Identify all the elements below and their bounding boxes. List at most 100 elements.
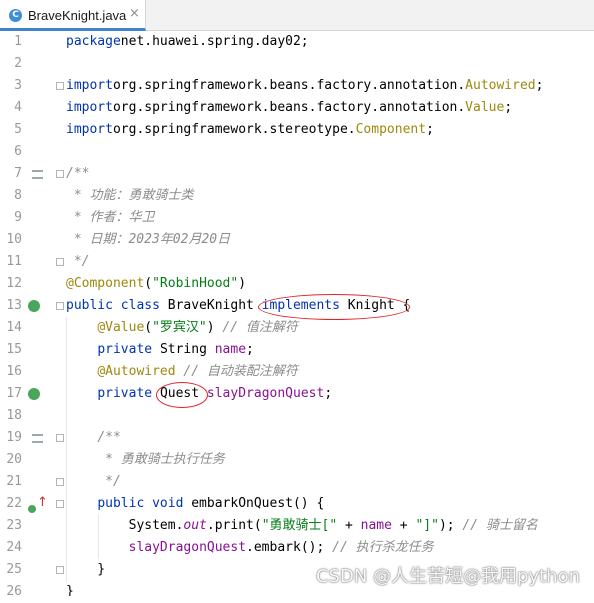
code-token: ; (535, 78, 544, 93)
line-number: 2 (14, 56, 22, 71)
code-line[interactable]: * 勇敢骑士执行任务 (66, 449, 225, 471)
code-line[interactable]: * 作者：华卫 (66, 207, 155, 229)
code-token: "]" (415, 518, 439, 533)
fold-marker-icon[interactable] (56, 566, 64, 574)
code-line[interactable]: } (66, 559, 105, 581)
override-arrow-icon[interactable] (28, 498, 36, 513)
code-token: /** (66, 166, 90, 181)
code-token: ) (238, 276, 247, 291)
line-number: 17 (6, 386, 22, 401)
code-token: */ (66, 254, 90, 269)
code-token: Value (465, 100, 505, 115)
code-line[interactable]: } (66, 581, 74, 596)
code-token: // 执行杀龙任务 (332, 540, 434, 555)
line-number: 5 (14, 122, 22, 137)
code-line[interactable]: /** (66, 427, 120, 449)
code-editor[interactable]: packagenet.huawei.spring.day02; importorg… (62, 31, 594, 596)
fold-marker-icon[interactable] (56, 500, 64, 508)
code-line[interactable]: * 日期：2023年02月20日 (66, 229, 230, 251)
code-token: "罗宾汉" (152, 320, 207, 335)
fold-marker-icon[interactable] (56, 434, 64, 442)
code-token: package (66, 34, 121, 49)
code-token: + (391, 518, 416, 533)
code-token: org.springframework.stereotype. (112, 122, 356, 137)
code-line[interactable]: @Value("罗宾汉") // 值注解符 (66, 317, 298, 339)
code-line[interactable]: public void embarkOnQuest() { (66, 493, 324, 515)
code-token: ; (426, 122, 434, 137)
code-token: import (66, 78, 113, 93)
indent-guide (66, 317, 67, 581)
code-token: public void (97, 496, 192, 511)
spring-bean-icon[interactable] (28, 388, 40, 400)
line-number: 14 (6, 320, 22, 335)
code-line[interactable]: importorg.springframework.stereotype.Com… (66, 119, 434, 141)
code-line[interactable]: */ (66, 251, 90, 273)
close-icon[interactable]: × (129, 6, 140, 21)
line-number: 21 (6, 474, 22, 489)
line-number: 11 (6, 254, 22, 269)
code-line[interactable]: @Autowired // 自动装配注解符 (66, 361, 298, 383)
line-number: 20 (6, 452, 22, 467)
code-token: @Component (66, 276, 145, 291)
code-line[interactable]: @Component("RobinHood") (66, 273, 246, 295)
code-token: implements (261, 298, 348, 313)
code-token: name (360, 518, 392, 533)
code-line[interactable]: private Quest slayDragonQuest; (66, 383, 332, 405)
code-token: } (66, 562, 106, 577)
watermark: CSDN @人生苦短@我用python (315, 566, 580, 587)
doc-comment-icon[interactable] (32, 170, 43, 179)
line-number: 10 (6, 232, 22, 247)
code-token: Quest (159, 386, 207, 401)
fold-marker-icon[interactable] (56, 170, 64, 178)
line-number: 9 (14, 210, 22, 225)
code-token: ; (324, 386, 333, 401)
code-line[interactable]: private String name; (66, 339, 254, 361)
code-line[interactable]: System.out.print("勇敢骑士[" + name + "]"); … (66, 515, 538, 537)
editor-tab-bar: C BraveKnight.java × (0, 0, 594, 31)
line-number: 24 (6, 540, 22, 555)
code-token: Knight { (347, 298, 411, 313)
code-token: ; (246, 342, 254, 357)
code-token: String (159, 342, 215, 357)
code-line[interactable]: packagenet.huawei.spring.day02; (66, 31, 309, 53)
code-line[interactable]: * 功能：勇敢骑士类 (66, 185, 194, 207)
code-token: out (183, 518, 207, 533)
code-token: net.huawei.spring.day02; (120, 34, 309, 49)
line-number: 26 (6, 584, 22, 599)
doc-comment-icon[interactable] (32, 434, 43, 443)
code-token: Autowired (465, 78, 536, 93)
code-token: ); (438, 518, 463, 533)
fold-marker-icon[interactable] (56, 478, 64, 486)
code-token: name (214, 342, 247, 357)
tab-title: BraveKnight.java (28, 8, 127, 23)
code-line[interactable]: importorg.springframework.beans.factory.… (66, 97, 512, 119)
code-line[interactable]: */ (66, 471, 121, 493)
line-number: 7 (14, 166, 22, 181)
code-token: org.springframework.beans.factory.annota… (112, 78, 466, 93)
implements-arrow-icon[interactable]: ↑ (37, 495, 48, 510)
line-number: 19 (6, 430, 22, 445)
code-line[interactable]: slayDragonQuest.embark(); // 执行杀龙任务 (66, 537, 434, 559)
tab-braveknight-java[interactable]: C BraveKnight.java × (0, 0, 146, 31)
code-token: */ (66, 474, 121, 489)
code-token: "RobinHood" (152, 276, 239, 291)
code-token: // 值注解符 (222, 320, 298, 335)
code-token: } (66, 584, 74, 596)
code-line[interactable]: /** (66, 163, 89, 185)
code-token: slayDragonQuest (206, 386, 325, 401)
code-token: slayDragonQuest (128, 540, 247, 555)
code-token: BraveKnight (167, 298, 262, 313)
code-token: embarkOnQuest() { (191, 496, 325, 511)
fold-marker-icon[interactable] (56, 82, 64, 90)
spring-bean-icon[interactable] (28, 300, 40, 312)
fold-marker-icon[interactable] (56, 258, 64, 266)
line-number: 6 (14, 144, 22, 159)
code-token: * 功能：勇敢骑士类 (66, 188, 194, 203)
code-line[interactable]: public class BraveKnight implements Knig… (66, 295, 410, 317)
fold-marker-icon[interactable] (56, 302, 64, 310)
code-line[interactable]: importorg.springframework.beans.factory.… (66, 75, 543, 97)
